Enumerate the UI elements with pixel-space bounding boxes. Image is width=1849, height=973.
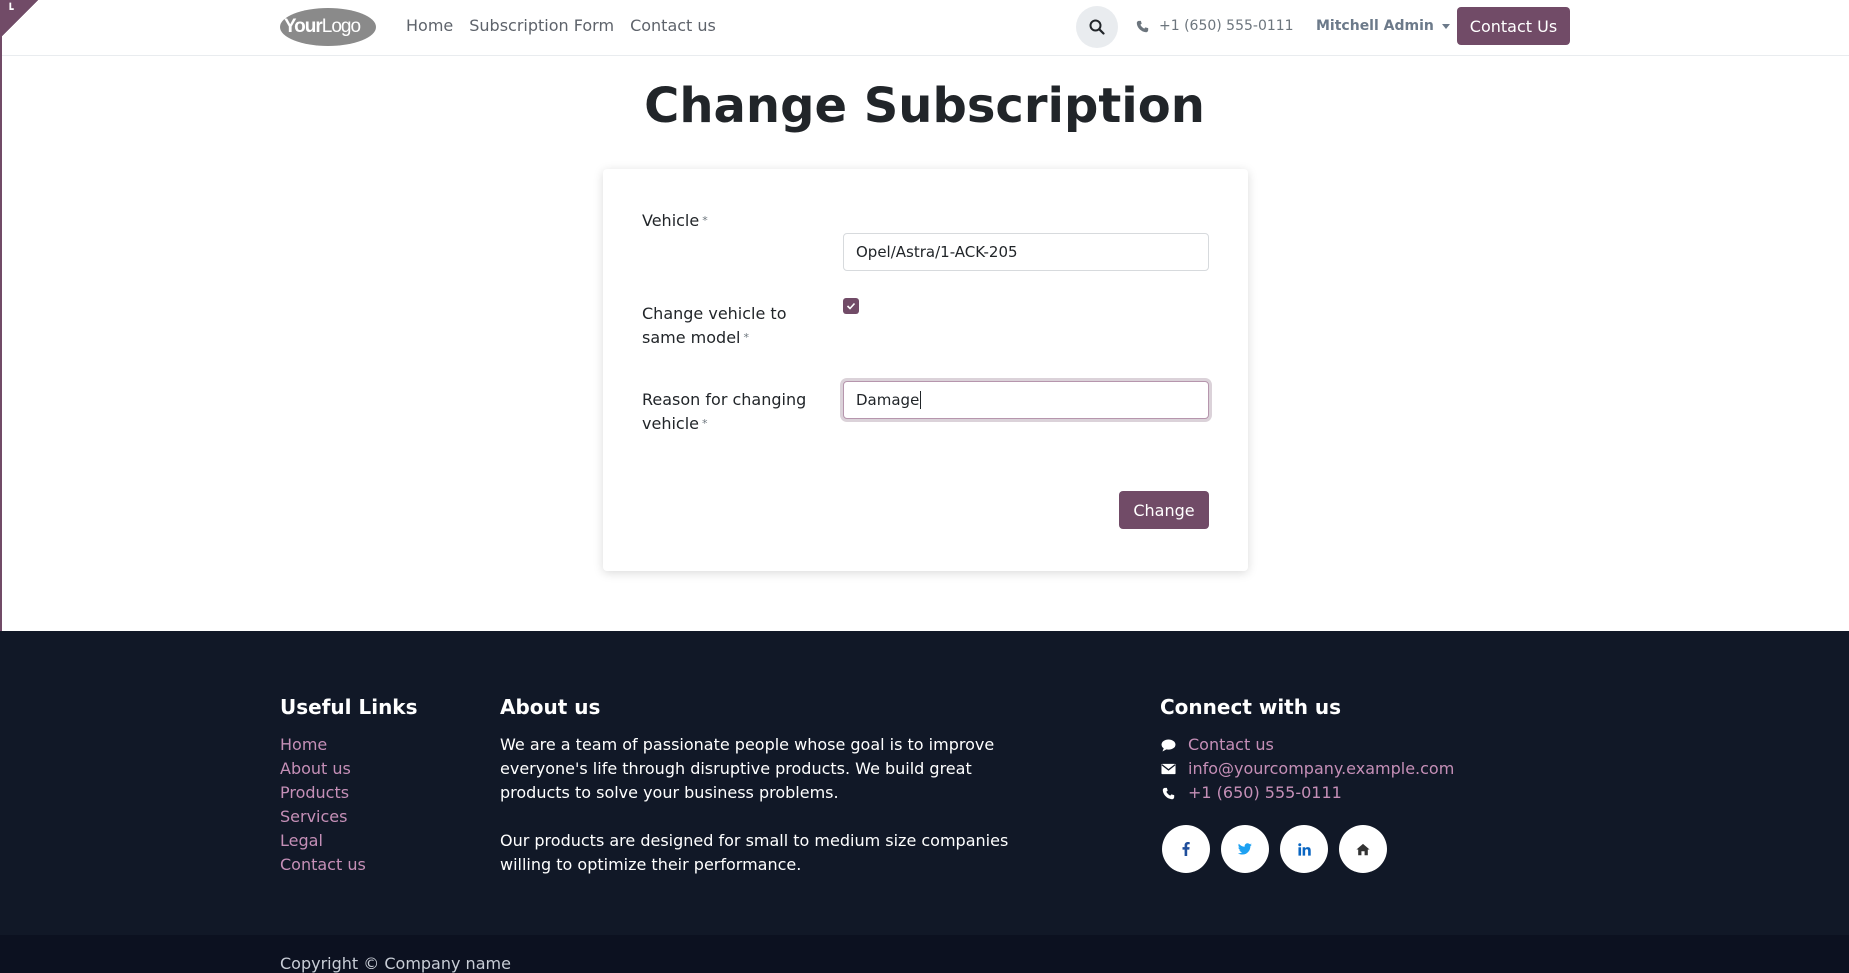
linkedin-icon bbox=[1297, 842, 1311, 856]
connect-section: Connect with us Contact us info@yourcomp… bbox=[1160, 695, 1454, 873]
required-marker: * bbox=[701, 417, 708, 430]
footer-contact-us[interactable]: Contact us bbox=[1160, 733, 1454, 757]
home-icon bbox=[1356, 843, 1370, 855]
copyright-bar bbox=[0, 935, 1849, 973]
page-title: Change Subscription bbox=[644, 78, 1205, 134]
contact-us-button[interactable]: Contact Us bbox=[1457, 7, 1570, 45]
vehicle-field[interactable]: Opel/Astra/1-ACK-205 bbox=[843, 233, 1209, 271]
footer-link-legal[interactable]: Legal bbox=[280, 829, 418, 853]
user-name: Mitchell Admin bbox=[1316, 18, 1434, 34]
nav-subscription-form[interactable]: Subscription Form bbox=[469, 16, 614, 35]
header-phone-number: +1 (650) 555-0111 bbox=[1159, 18, 1294, 34]
check-icon bbox=[846, 302, 856, 310]
copyright-text: Copyright © Company name bbox=[280, 954, 511, 973]
about-title: About us bbox=[500, 695, 601, 719]
chevron-down-icon bbox=[1441, 23, 1450, 29]
twitter-button[interactable] bbox=[1221, 825, 1269, 873]
change-button[interactable]: Change bbox=[1119, 491, 1209, 529]
user-menu[interactable]: Mitchell Admin bbox=[1316, 18, 1450, 34]
phone-icon bbox=[1162, 787, 1174, 799]
reason-label: Reason for changing vehicle * bbox=[642, 390, 807, 433]
footer-email[interactable]: info@yourcompany.example.com bbox=[1160, 757, 1454, 781]
change-vehicle-label: Change vehicle to same model * bbox=[642, 304, 787, 347]
vehicle-label: Vehicle * bbox=[642, 211, 708, 230]
site-header: YourLogo Home Subscription Form Contact … bbox=[0, 0, 1849, 56]
site-logo[interactable]: YourLogo bbox=[280, 8, 376, 46]
edit-border bbox=[0, 0, 2, 631]
useful-links-title: Useful Links bbox=[280, 695, 418, 719]
phone-icon bbox=[1136, 20, 1149, 32]
footer-link-products[interactable]: Products bbox=[280, 781, 418, 805]
reason-field[interactable]: Damage bbox=[843, 381, 1209, 419]
envelope-icon bbox=[1160, 763, 1176, 775]
about-paragraph-2: Our products are designed for small to m… bbox=[500, 831, 1009, 874]
footer-link-about-us[interactable]: About us bbox=[280, 757, 418, 781]
required-marker: * bbox=[702, 214, 708, 227]
main-nav: Home Subscription Form Contact us bbox=[406, 16, 716, 35]
connect-title: Connect with us bbox=[1160, 695, 1342, 719]
change-vehicle-checkbox[interactable] bbox=[843, 298, 859, 314]
website-button[interactable] bbox=[1339, 825, 1387, 873]
text-cursor bbox=[920, 391, 922, 409]
nav-contact-us[interactable]: Contact us bbox=[630, 16, 716, 35]
linkedin-button[interactable] bbox=[1280, 825, 1328, 873]
footer-link-home[interactable]: Home bbox=[280, 733, 418, 757]
edit-corner-toggle[interactable]: ┗ bbox=[0, 0, 38, 38]
search-icon bbox=[1089, 19, 1105, 35]
facebook-icon bbox=[1182, 842, 1190, 856]
nav-home[interactable]: Home bbox=[406, 16, 453, 35]
search-button[interactable] bbox=[1076, 6, 1118, 48]
about-paragraph-1: We are a team of passionate people whose… bbox=[500, 735, 995, 802]
footer-phone[interactable]: +1 (650) 555-0111 bbox=[1160, 781, 1454, 805]
required-marker: * bbox=[743, 331, 749, 344]
facebook-button[interactable] bbox=[1162, 825, 1210, 873]
comment-icon bbox=[1161, 738, 1175, 752]
footer-link-services[interactable]: Services bbox=[280, 805, 418, 829]
footer-link-contact-us[interactable]: Contact us bbox=[280, 853, 418, 877]
change-subscription-form: Vehicle * Opel/Astra/1-ACK-205 Change veh… bbox=[603, 169, 1248, 571]
useful-links-section: Useful Links Home About us Products Serv… bbox=[280, 695, 418, 877]
about-section: About us We are a team of passionate peo… bbox=[500, 695, 1020, 877]
twitter-icon bbox=[1238, 843, 1252, 855]
header-phone[interactable]: +1 (650) 555-0111 bbox=[1136, 18, 1294, 34]
site-footer: Useful Links Home About us Products Serv… bbox=[0, 631, 1849, 973]
